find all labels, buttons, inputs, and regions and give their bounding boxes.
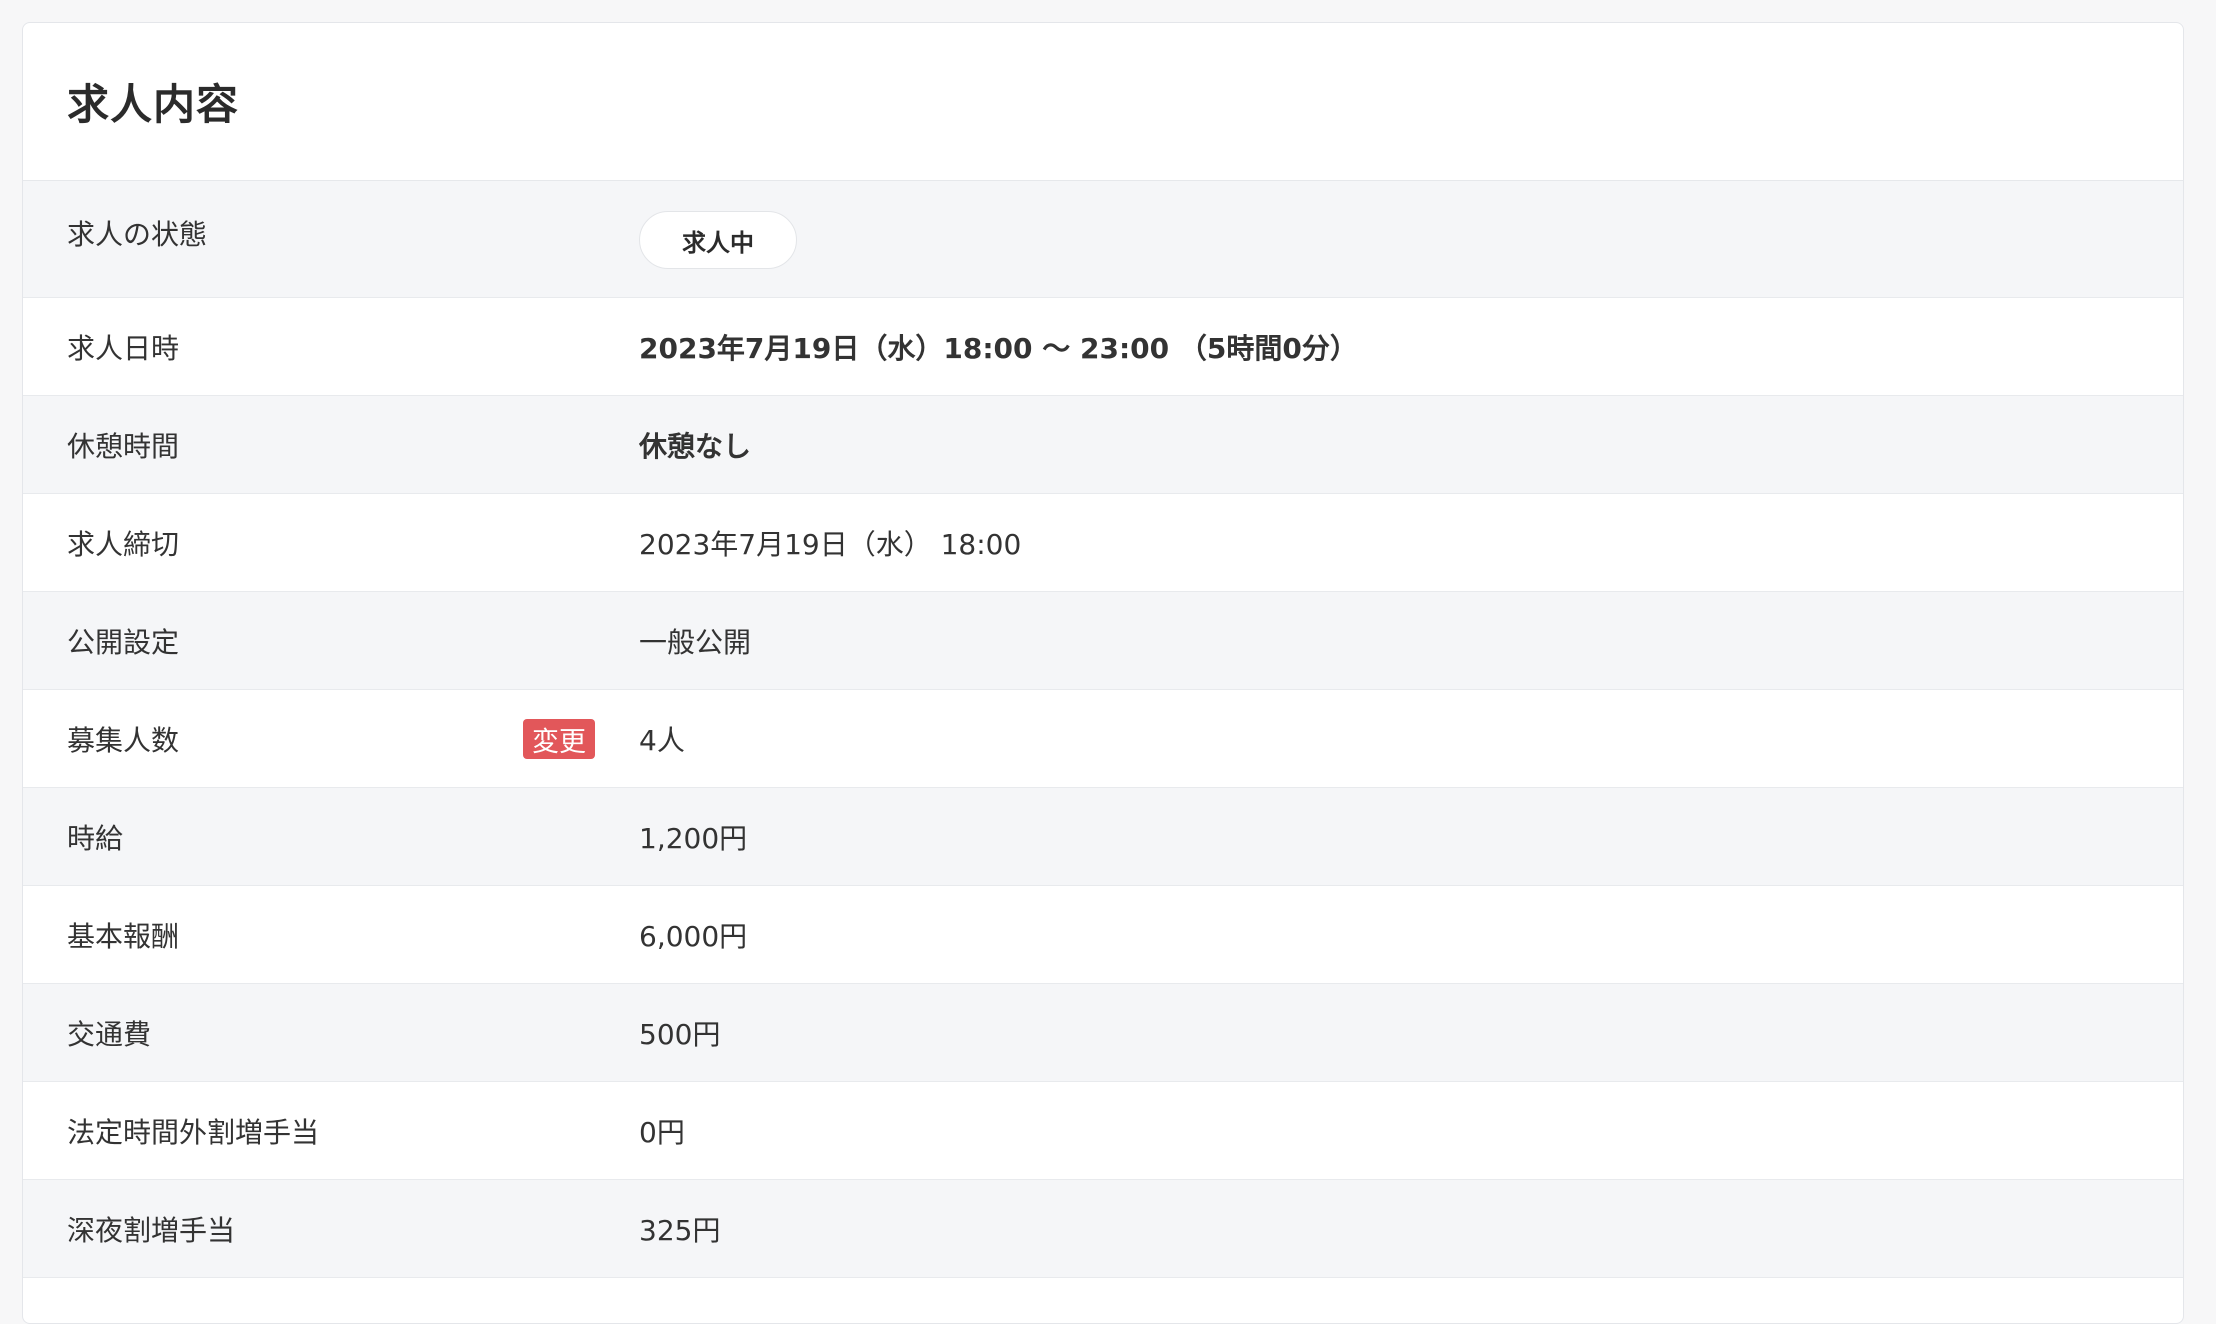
job-details-card: 求人内容 求人の状態 求人中 求人日時 2023年7月19日（水）18:00 〜…	[22, 22, 2184, 1324]
base-pay-value: 6,000円	[639, 919, 748, 953]
job-deadline-label: 求人締切	[67, 527, 180, 561]
row-job-deadline: 求人締切 2023年7月19日（水） 18:00	[23, 494, 2183, 592]
row-break-time: 休憩時間 休憩なし	[23, 396, 2183, 494]
job-status-badge: 求人中	[639, 211, 797, 269]
headcount-value: 4人	[639, 723, 685, 757]
row-headcount: 募集人数 変更 4人	[23, 690, 2183, 788]
base-pay-label: 基本報酬	[67, 919, 180, 953]
row-job-status: 求人の状態 求人中	[23, 181, 2183, 298]
break-time-value: 休憩なし	[639, 429, 752, 463]
visibility-label: 公開設定	[67, 625, 180, 659]
overtime-allowance-value: 0円	[639, 1115, 685, 1149]
job-datetime-value: 2023年7月19日（水）18:00 〜 23:00 （5時間0分）	[639, 331, 1358, 365]
hourly-wage-label: 時給	[67, 821, 124, 855]
transport-fee-label: 交通費	[67, 1017, 152, 1051]
changed-badge: 変更	[523, 719, 595, 759]
row-night-allowance: 深夜割増手当 325円	[23, 1180, 2183, 1278]
break-time-label: 休憩時間	[67, 429, 180, 463]
row-job-datetime: 求人日時 2023年7月19日（水）18:00 〜 23:00 （5時間0分）	[23, 298, 2183, 396]
job-deadline-value: 2023年7月19日（水） 18:00	[639, 527, 1022, 561]
section-title: 求人内容	[67, 80, 240, 129]
job-status-label: 求人の状態	[67, 218, 208, 251]
row-overtime-allowance: 法定時間外割増手当 0円	[23, 1082, 2183, 1180]
night-allowance-label: 深夜割増手当	[67, 1213, 236, 1247]
row-base-pay: 基本報酬 6,000円	[23, 886, 2183, 984]
card-header: 求人内容	[23, 23, 2183, 181]
job-datetime-label: 求人日時	[67, 331, 180, 365]
row-hourly-wage: 時給 1,200円	[23, 788, 2183, 886]
overtime-allowance-label: 法定時間外割増手当	[67, 1115, 320, 1149]
row-transport-fee: 交通費 500円	[23, 984, 2183, 1082]
headcount-label: 募集人数	[67, 723, 180, 757]
transport-fee-value: 500円	[639, 1017, 721, 1051]
visibility-value: 一般公開	[639, 625, 752, 659]
hourly-wage-value: 1,200円	[639, 821, 748, 855]
row-visibility: 公開設定 一般公開	[23, 592, 2183, 690]
night-allowance-value: 325円	[639, 1213, 721, 1247]
